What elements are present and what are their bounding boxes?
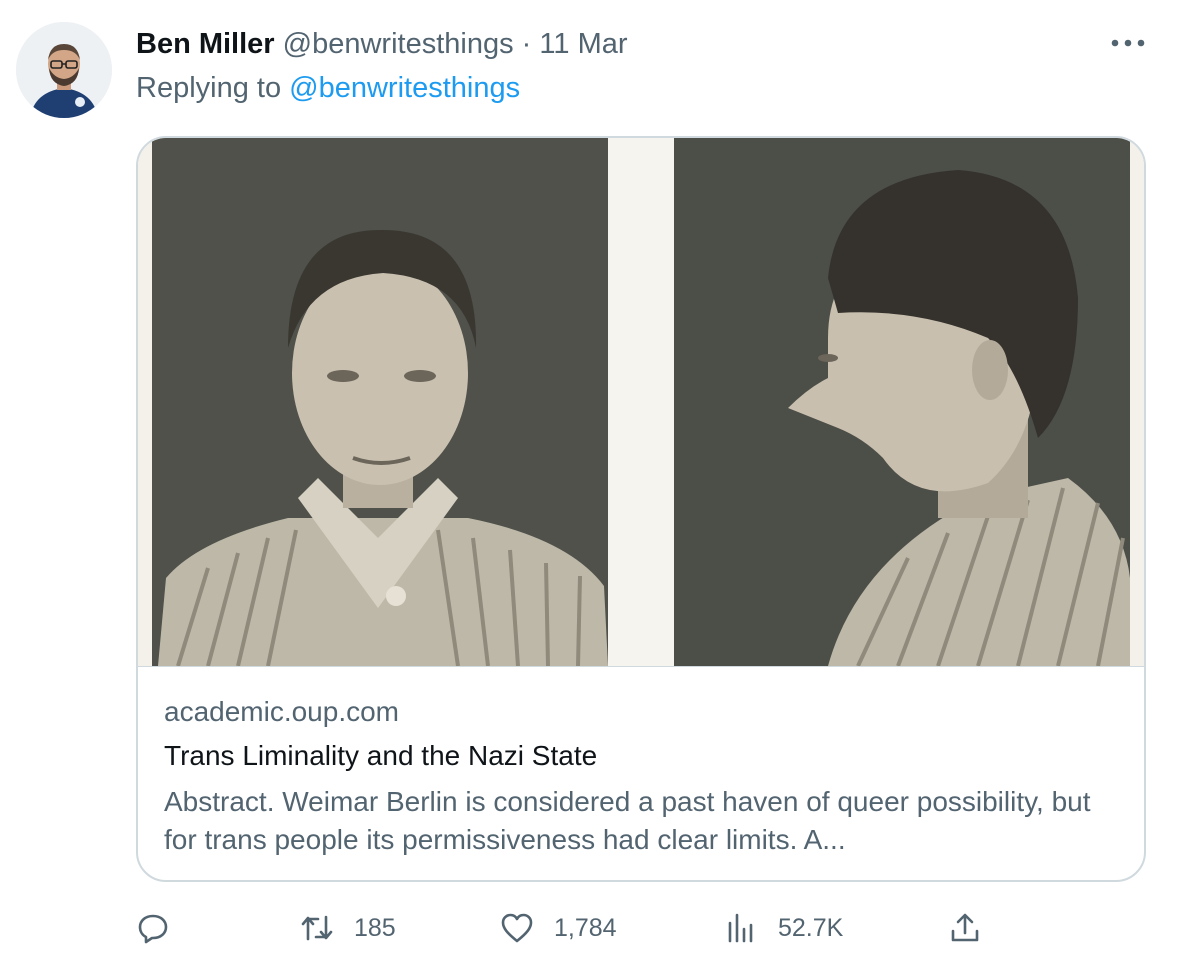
more-dots-icon <box>1111 39 1145 47</box>
author-avatar[interactable] <box>16 22 112 118</box>
card-domain: academic.oup.com <box>164 696 400 727</box>
tweet-actions-bar: 185 1,784 52.7K <box>136 900 1166 956</box>
tweet-header: Ben Miller @benwritesthings · 11 Mar <box>136 26 628 62</box>
reply-icon <box>136 911 170 945</box>
author-handle[interactable]: @benwritesthings <box>283 28 514 60</box>
mugshot-front-photo <box>152 138 608 666</box>
views-button[interactable]: 52.7K <box>724 900 843 956</box>
like-count: 1,784 <box>554 913 617 942</box>
card-image <box>138 138 1144 666</box>
tweet-date[interactable]: 11 Mar <box>539 28 627 60</box>
like-button[interactable]: 1,784 <box>500 900 617 956</box>
replying-to-mention[interactable]: @benwritesthings <box>289 72 520 104</box>
author-name[interactable]: Ben Miller <box>136 28 275 60</box>
retweet-count: 185 <box>354 913 396 942</box>
views-count: 52.7K <box>778 913 844 942</box>
more-options-button[interactable] <box>1108 28 1148 58</box>
retweet-button[interactable]: 185 <box>300 900 396 956</box>
share-icon <box>948 911 982 945</box>
retweet-icon <box>300 911 334 945</box>
reply-button[interactable] <box>136 900 170 956</box>
heart-icon <box>500 911 534 945</box>
replying-to-line: Replying to @benwritesthings <box>136 70 520 106</box>
mugshot-profile-photo <box>674 138 1130 666</box>
card-title: Trans Liminality and the Nazi State <box>164 740 598 771</box>
card-divider <box>138 666 1144 667</box>
meta-separator: · <box>521 28 532 60</box>
card-description: Abstract. Weimar Berlin is considered a … <box>164 786 1091 855</box>
views-chart-icon <box>724 911 758 945</box>
share-button[interactable] <box>948 900 982 956</box>
replying-to-label: Replying to <box>136 72 282 104</box>
link-preview-card[interactable]: academic.oup.com Trans Liminality and th… <box>136 136 1146 882</box>
